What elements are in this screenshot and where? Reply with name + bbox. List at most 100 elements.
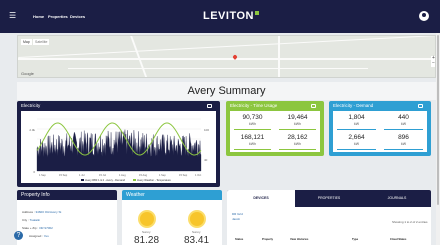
- x-tick-label: 1 Sep: [159, 173, 166, 177]
- page-title-bar: Avery Summary: [17, 82, 436, 100]
- legend-demand[interactable]: Avery RB3 1 & 2 - Avery - Demand: [85, 178, 126, 182]
- weather-condition: Sunny: [142, 230, 151, 234]
- electricity-chart[interactable]: 0 2.0k 100 40 1 Sep 15 Sep 1 Jul 15 Jul …: [21, 111, 216, 183]
- stat-cell: 2,664 kW: [333, 131, 380, 151]
- property-row: City : Tualatin: [22, 218, 40, 222]
- x-tick-label: 1 Jul: [79, 173, 85, 177]
- stat-cell: 168,121 kWh: [230, 131, 275, 151]
- stat-unit: kW: [353, 122, 360, 126]
- stat-unit: kW: [400, 122, 407, 126]
- user-account-icon[interactable]: [419, 11, 429, 21]
- stat-bar: [278, 129, 317, 130]
- property-info-header: Property Info: [17, 190, 117, 200]
- stat-unit: kW: [353, 142, 360, 146]
- stat-value: 2,664: [348, 134, 365, 141]
- stat-unit: kWh: [294, 142, 301, 146]
- stat-cell: 896 kW: [380, 131, 427, 151]
- property-value: Tualatin: [29, 218, 41, 222]
- property-label: State + Zip :: [22, 226, 40, 230]
- calendar-icon[interactable]: [311, 104, 316, 108]
- demand-card: Electricity - Demand 1,804 kW 440 kW 2,664…: [329, 101, 431, 156]
- entries-count: Showing 1 to 2 of 2 entries: [392, 220, 428, 224]
- legend-swatch-temperature: [133, 179, 136, 181]
- x-tick-label: 15 Sep: [179, 173, 188, 177]
- tab-properties[interactable]: PROPERTIES: [295, 190, 363, 207]
- nav-devices[interactable]: Devices: [70, 14, 85, 19]
- column-header[interactable]: Cloud States: [390, 238, 406, 241]
- property-label: Assigned :: [29, 234, 44, 238]
- calendar-icon[interactable]: [207, 104, 212, 108]
- x-axis-labels: 1 Sep 15 Sep 1 Jul 15 Jul 1 Aug 15 Aug 1…: [39, 173, 201, 177]
- sunny-icon: [140, 212, 154, 226]
- x-tick-label: 15 Aug: [139, 173, 148, 177]
- stat-value: 90,730: [242, 114, 263, 121]
- location-map[interactable]: Map Satellite + − Google: [17, 35, 436, 78]
- column-header[interactable]: View Histories: [290, 238, 308, 241]
- map-tab-map[interactable]: Map: [21, 39, 32, 45]
- stat-unit: kWh: [249, 122, 256, 126]
- hamburger-menu-icon[interactable]: ☰: [9, 12, 17, 20]
- column-header[interactable]: Property: [262, 238, 273, 241]
- tab-devices[interactable]: DEVICES: [227, 190, 295, 207]
- page-title: Avery Summary: [187, 85, 266, 97]
- y2-tick-label: 40: [204, 158, 208, 162]
- column-header[interactable]: Status: [235, 238, 243, 241]
- calendar-icon[interactable]: [418, 104, 423, 108]
- electricity-card-title: Electricity: [21, 103, 41, 108]
- x-tick-label: 15 Jul: [99, 173, 106, 177]
- weather-temp: 81.28: [134, 235, 160, 245]
- stat-value: 1,804: [348, 114, 365, 121]
- x-tick-label: 1 Sep: [39, 173, 46, 177]
- device-link[interactable]: DR Grid: [232, 212, 243, 216]
- map-road: [68, 68, 368, 69]
- map-tab-satellite[interactable]: Satellite: [33, 39, 50, 45]
- column-header[interactable]: Type: [352, 238, 358, 241]
- map-road: [18, 58, 435, 60]
- help-chat-button[interactable]: ?: [14, 231, 23, 240]
- map-road: [130, 36, 148, 77]
- y-tick-label: 2.0k: [29, 128, 35, 132]
- tab-journals[interactable]: JOURNALS: [363, 190, 431, 207]
- weather-temp: 83.41: [184, 235, 210, 245]
- stat-unit: kWh: [294, 122, 301, 126]
- stat-value: 28,162: [287, 134, 308, 141]
- demand-title: Electricity - Demand: [333, 103, 374, 108]
- logo-mark: [254, 11, 259, 15]
- property-label: Address :: [22, 210, 36, 214]
- stat-value: 19,464: [287, 114, 308, 121]
- weather-card: Weather Sunny Sunny 81.28 83.41: [122, 190, 222, 245]
- property-row: State + Zip : OR 97062: [22, 226, 53, 230]
- stat-value: 896: [398, 134, 409, 141]
- time-usage-title: Electricity - Time Usage: [230, 103, 278, 108]
- stat-bar: [278, 149, 317, 150]
- property-info-card: Property Info Address : 34600 Old Avery …: [17, 190, 117, 245]
- time-usage-stats: 90,730 kWh 19,464 kWh 168,121 kWh 28,162 kWh: [230, 111, 320, 152]
- legend-temperature[interactable]: Avery Weather - Temperature: [137, 178, 171, 182]
- property-info-title: Property Info: [21, 192, 50, 198]
- electricity-card-header: Electricity: [21, 101, 216, 111]
- page-scrollbar[interactable]: [436, 33, 440, 245]
- stat-unit: kWh: [249, 142, 256, 146]
- property-value: Yes: [43, 234, 49, 238]
- nav-properties[interactable]: Properties: [48, 14, 68, 19]
- time-usage-card: Electricity - Time Usage 90,730 kWh 19,46…: [226, 101, 324, 156]
- devices-panel: DEVICES PROPERTIES JOURNALS DR Grid Jaco…: [227, 190, 431, 245]
- weather-title: Weather: [126, 192, 145, 198]
- device-link[interactable]: Jacob: [232, 217, 240, 221]
- weather-condition: Sunny: [192, 230, 201, 234]
- stat-unit: kW: [400, 142, 407, 146]
- stat-bar: [336, 149, 377, 150]
- y-tick-label: 0: [33, 170, 35, 174]
- property-row: Assigned : Yes: [29, 234, 49, 238]
- scrollbar-thumb[interactable]: [437, 35, 439, 205]
- property-row: Address : 34600 Old Avery St: [22, 210, 61, 214]
- time-usage-header: Electricity - Time Usage: [230, 101, 320, 111]
- demand-series-area: [36, 129, 202, 172]
- stat-value: 440: [398, 114, 409, 121]
- stat-bar: [383, 149, 424, 150]
- nav-home[interactable]: Home: [33, 14, 44, 19]
- property-label: City :: [22, 218, 30, 222]
- weather-header: Weather: [122, 190, 222, 200]
- demand-stats: 1,804 kW 440 kW 2,664 kW 896 kW: [333, 111, 427, 152]
- stat-bar: [383, 129, 424, 130]
